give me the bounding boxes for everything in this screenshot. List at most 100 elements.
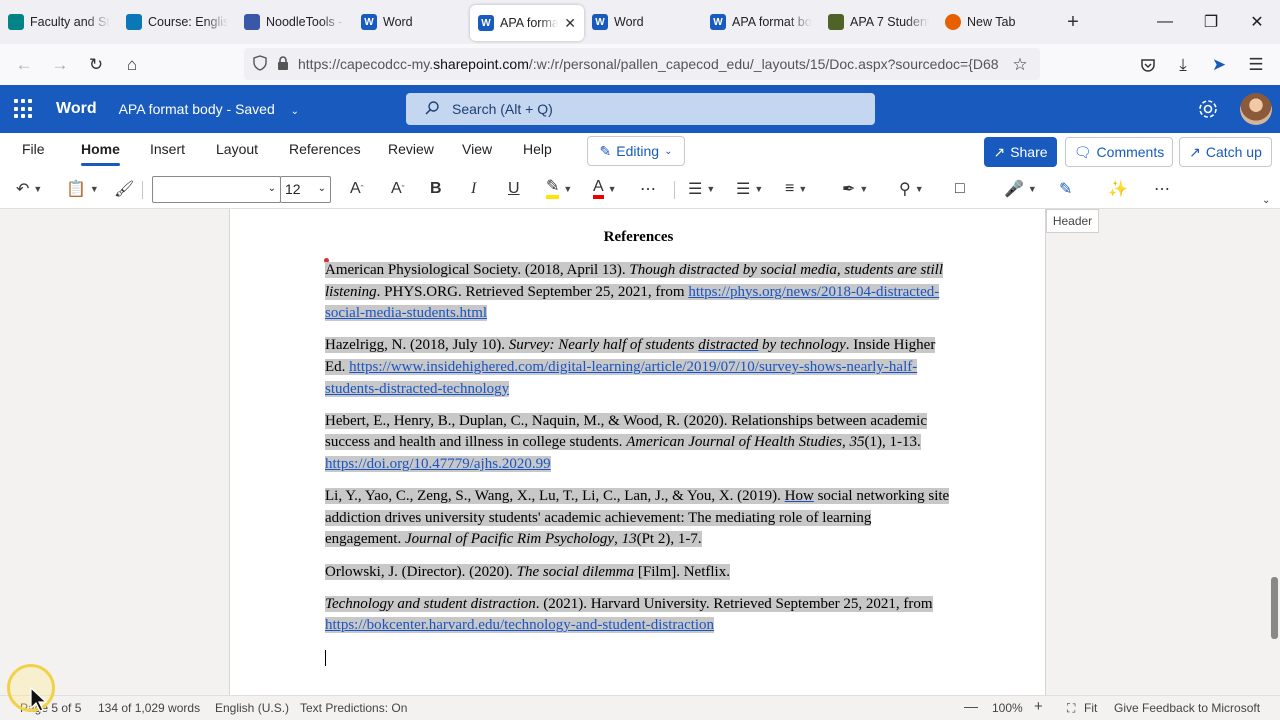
align-icon[interactable]: ≡ ▼ [785, 176, 807, 202]
reference-entry[interactable]: American Physiological Society. (2018, A… [325, 260, 950, 325]
back-arrow-icon[interactable]: ← [6, 49, 42, 81]
lock-icon[interactable] [276, 55, 290, 74]
browser-tab[interactable]: New Tab [937, 4, 1056, 40]
zoom-level[interactable]: 100% [992, 701, 1023, 715]
tab-file[interactable]: File [22, 141, 45, 157]
downloads-icon[interactable]: ⤓ [1165, 49, 1201, 81]
forward-arrow-icon[interactable]: → [42, 49, 78, 81]
underline-icon[interactable]: U [508, 176, 520, 202]
bookmark-star-icon[interactable]: ☆ [1002, 49, 1038, 81]
reference-entry[interactable]: Technology and student distraction. (202… [325, 594, 950, 637]
undo-icon[interactable]: ↶ ▼ [16, 176, 42, 202]
find-icon[interactable]: ⚲ ▼ [899, 176, 924, 202]
reference-entry[interactable]: Hebert, E., Henry, B., Duplan, C., Naqui… [325, 411, 950, 476]
extension-icon[interactable]: ➤ [1201, 49, 1237, 81]
editing-label: Editing [616, 143, 660, 159]
fit-label[interactable]: Fit [1084, 701, 1097, 715]
tab-home[interactable]: Home [81, 141, 120, 166]
browser-tab[interactable]: W APA format bo [702, 4, 820, 40]
paper-icon [828, 14, 844, 30]
feedback-link[interactable]: Give Feedback to Microsoft [1114, 701, 1260, 715]
chevron-down-icon: ⌄ [267, 183, 276, 194]
share-button[interactable]: ↗ Share [984, 137, 1057, 167]
browser-tab[interactable]: W APA format ✕ [470, 5, 584, 41]
app-name[interactable]: Word [56, 100, 97, 118]
catch-up-button[interactable]: ↗ Catch up [1179, 137, 1272, 167]
url-text[interactable]: https://capecodcc-my.sharepoint.com/:w:/… [298, 56, 998, 72]
new-tab-button[interactable]: + [1058, 7, 1088, 37]
font-color-icon[interactable]: A ▼ [593, 176, 617, 202]
font-size-input[interactable]: 12 ⌄ [280, 176, 331, 203]
more-font-options-icon[interactable]: ⋯ [640, 176, 656, 202]
browser-tab[interactable]: W Word [353, 4, 470, 40]
user-avatar[interactable] [1240, 93, 1272, 125]
more-options-icon[interactable]: ⋯ [1154, 176, 1170, 202]
document-title[interactable]: APA format body - Saved ⌄ [119, 101, 299, 117]
reference-text: Li, Y., Yao, C., Zeng, S., Wang, X., Lu,… [325, 488, 785, 505]
grow-font-icon[interactable]: Aˆ [350, 176, 364, 202]
bullets-icon[interactable]: ☰ ▼ [688, 176, 715, 202]
menu-hamburger-icon[interactable]: ☰ [1238, 49, 1274, 81]
selected-text: American Physiological Society. (2018, A… [325, 262, 943, 322]
text-predictions[interactable]: Text Predictions: On [300, 701, 407, 715]
tab-view[interactable]: View [462, 141, 492, 157]
restore-icon[interactable]: ❐ [1188, 0, 1234, 44]
zoom-out-icon[interactable]: — [964, 698, 978, 714]
comments-button[interactable]: 🗨 Comments [1065, 137, 1173, 167]
browser-tab[interactable]: Faculty and St [0, 4, 118, 40]
tab-layout[interactable]: Layout [216, 141, 258, 157]
word-count[interactable]: 134 of 1,029 words [98, 701, 200, 715]
header-label[interactable]: Header [1046, 209, 1099, 233]
reference-entry[interactable]: Li, Y., Yao, C., Zeng, S., Wang, X., Lu,… [325, 486, 950, 551]
settings-gear-icon[interactable] [1196, 97, 1220, 124]
editor-check-icon[interactable]: □ [955, 176, 965, 202]
clipboard-icon[interactable]: 📋 ▼ [66, 176, 99, 202]
pocket-icon[interactable] [1130, 49, 1166, 81]
font-size-value: 12 [285, 181, 301, 197]
browser-tab[interactable]: W Word [584, 4, 702, 40]
dictate-microphone-icon[interactable]: 🎤 ▼ [1004, 176, 1037, 202]
home-icon[interactable]: ⌂ [114, 49, 150, 81]
reference-entry[interactable]: Orlowski, J. (Director). (2020). The soc… [325, 562, 950, 584]
editing-mode-button[interactable]: ✎ Editing ⌄ [587, 136, 685, 166]
highlight-icon[interactable]: ✎ ▼ [546, 176, 572, 202]
editor-pen-icon[interactable]: ✎ [1059, 176, 1072, 202]
tab-help[interactable]: Help [523, 141, 552, 157]
reference-text: (Pt 2), 1-7. [636, 531, 702, 548]
reference-link[interactable]: https://doi.org/10.47779/ajhs.2020.99 [325, 456, 551, 472]
close-window-icon[interactable]: ✕ [1234, 0, 1280, 44]
font-name-input[interactable]: ⌄ [152, 176, 281, 203]
reload-icon[interactable]: ↻ [78, 49, 114, 81]
numbering-icon[interactable]: ☰ ▼ [736, 176, 763, 202]
app-launcher-icon[interactable] [14, 99, 34, 119]
format-painter-icon[interactable]: 🖌 [114, 176, 134, 202]
fit-icon[interactable]: ⛶ [1067, 701, 1075, 716]
shrink-font-icon[interactable]: Aˇ [391, 176, 405, 202]
styles-icon[interactable]: ✒ ▼ [842, 176, 868, 202]
text-cursor[interactable] [325, 647, 950, 669]
tab-review[interactable]: Review [388, 141, 434, 157]
document-page[interactable]: References American Physiological Societ… [229, 209, 1046, 695]
references-heading[interactable]: References [230, 229, 1047, 246]
minimize-icon[interactable]: — [1142, 0, 1188, 44]
zoom-in-icon[interactable]: + [1034, 698, 1043, 715]
home-toolbar: ↶ ▼ 📋 ▼ 🖌 ⌄ 12 ⌄ Aˆ Aˇ B I U ✎ ▼ A ▼ ⋯ ☰ ▼ ☰ ▼… [0, 169, 1280, 209]
browser-tab[interactable]: Course: Englis [118, 4, 236, 40]
shield-icon[interactable] [252, 54, 268, 74]
reference-link[interactable]: https://www.insidehighered.com/digital-l… [325, 359, 917, 397]
close-tab-icon[interactable]: ✕ [564, 15, 576, 32]
browser-tab[interactable]: NoodleTools - [236, 4, 353, 40]
tab-insert[interactable]: Insert [150, 141, 185, 157]
browser-tab[interactable]: APA 7 Student [820, 4, 937, 40]
vertical-scrollbar[interactable] [1271, 577, 1278, 639]
url-bar[interactable]: https://capecodcc-my.sharepoint.com/:w:/… [244, 48, 1040, 80]
italic-icon[interactable]: I [471, 176, 476, 202]
tab-references[interactable]: References [289, 141, 361, 157]
search-box[interactable]: Search (Alt + Q) [406, 93, 875, 125]
references-list[interactable]: American Physiological Society. (2018, A… [325, 260, 950, 669]
language[interactable]: English (U.S.) [215, 701, 289, 715]
reference-link[interactable]: https://bokcenter.harvard.edu/technology… [325, 617, 714, 633]
reference-entry[interactable]: Hazelrigg, N. (2018, July 10). Survey: N… [325, 335, 950, 400]
bold-icon[interactable]: B [430, 176, 442, 202]
designer-wand-icon[interactable]: ✨ [1108, 176, 1128, 202]
